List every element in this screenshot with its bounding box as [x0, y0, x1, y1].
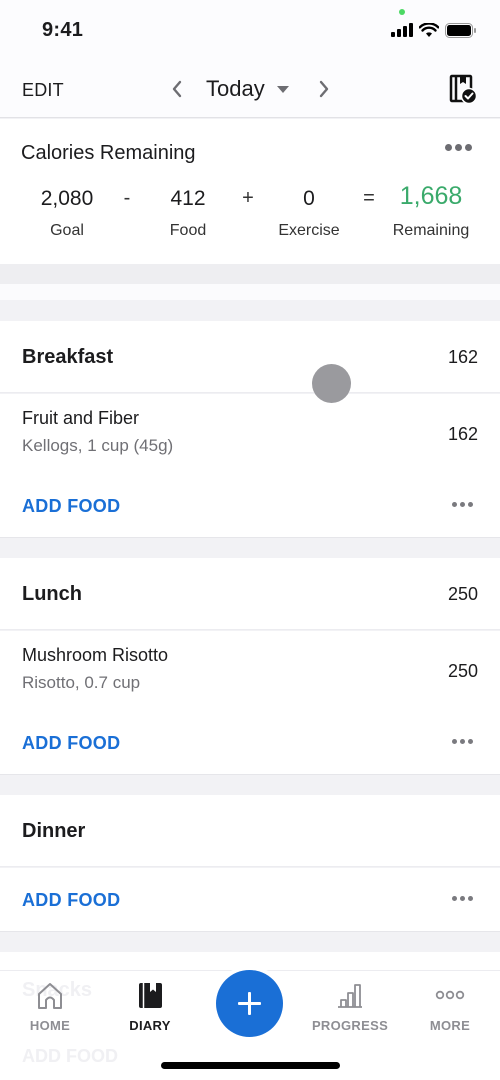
remaining-value: 1,668	[399, 182, 463, 210]
equals-operator: =	[363, 187, 375, 209]
cellular-signal-icon	[391, 23, 413, 37]
goal-value: 2,080	[40, 187, 94, 210]
diary-screen: 9:41 EDIT Today Calories Remaining 2,080…	[0, 0, 500, 1080]
add-food-button[interactable]: ADD FOOD	[22, 496, 120, 517]
home-icon	[38, 983, 62, 1009]
chevron-right-icon[interactable]	[317, 79, 331, 99]
calories-remaining-card: Calories Remaining 2,080 Goal - 412 Food…	[0, 119, 500, 264]
section-divider	[0, 538, 500, 558]
meal-header-lunch[interactable]: Lunch 250	[0, 558, 500, 630]
calories-remaining-title: Calories Remaining	[21, 142, 196, 164]
food-name: Mushroom Risotto	[22, 645, 169, 665]
diary-book-icon	[139, 983, 162, 1008]
status-icons	[391, 22, 477, 38]
more-options-icon[interactable]	[452, 896, 473, 901]
minus-operator: -	[123, 187, 131, 209]
snacks-add-food-behind: ADD FOOD	[22, 1046, 118, 1066]
add-food-row-lunch: ADD FOOD	[0, 711, 500, 775]
bar-chart-icon	[338, 984, 362, 1008]
tab-label: MORE	[429, 1018, 471, 1033]
more-dots-icon	[435, 990, 465, 1000]
meal-header-breakfast[interactable]: Breakfast 162	[0, 321, 500, 393]
tab-label: DIARY	[129, 1018, 171, 1033]
quick-add-button[interactable]	[216, 970, 283, 1037]
section-divider	[0, 300, 500, 321]
food-description: Kellogs, 1 cup (45g)	[22, 436, 174, 455]
add-food-row-dinner: ADD FOOD	[0, 868, 500, 932]
tab-home[interactable]: HOME	[0, 971, 100, 1041]
food-label: Food	[169, 222, 207, 239]
more-options-icon[interactable]	[445, 144, 472, 151]
date-selector[interactable]: Today	[206, 76, 265, 102]
meal-title: Dinner	[22, 820, 86, 842]
date-navigator: Today	[170, 74, 331, 104]
diary-complete-icon[interactable]	[449, 74, 477, 104]
food-item[interactable]: Fruit and Fiber Kellogs, 1 cup (45g) 162	[0, 394, 500, 474]
tab-more[interactable]: MORE	[400, 971, 500, 1041]
food-calories: 250	[447, 661, 478, 681]
add-food-button[interactable]: ADD FOOD	[22, 733, 120, 754]
diary-header: EDIT Today	[0, 60, 500, 118]
more-options-icon[interactable]	[452, 502, 473, 507]
status-time: 9:41	[42, 19, 84, 41]
remaining-label: Remaining	[392, 222, 470, 239]
food-item[interactable]: Mushroom Risotto Risotto, 0.7 cup 250	[0, 631, 500, 711]
food-calories: 162	[447, 424, 478, 444]
status-bar: 9:41	[0, 0, 500, 60]
privacy-indicator-dot	[399, 9, 405, 15]
meal-title: Breakfast	[22, 346, 114, 368]
food-description: Risotto, 0.7 cup	[22, 673, 141, 692]
section-divider	[0, 932, 500, 952]
edit-button[interactable]: EDIT	[22, 80, 64, 101]
battery-icon	[445, 22, 476, 38]
meal-calories: 250	[447, 584, 478, 604]
tab-diary[interactable]: DIARY	[100, 971, 200, 1041]
wifi-icon	[419, 22, 439, 37]
meal-header-dinner[interactable]: Dinner	[0, 795, 500, 867]
section-divider	[0, 775, 500, 795]
food-value: 412	[170, 187, 206, 210]
section-divider	[0, 284, 500, 300]
plus-operator: +	[242, 187, 254, 209]
meal-calories: 162	[447, 347, 478, 367]
tab-label: HOME	[29, 1018, 71, 1033]
chevron-left-icon[interactable]	[170, 79, 184, 99]
goal-label: Goal	[50, 222, 84, 239]
tab-progress[interactable]: PROGRESS	[300, 971, 400, 1041]
touch-indicator	[312, 364, 351, 403]
meal-title: Lunch	[22, 583, 82, 605]
tab-label: PROGRESS	[311, 1018, 389, 1033]
more-options-icon[interactable]	[452, 739, 473, 744]
add-food-button[interactable]: ADD FOOD	[22, 890, 120, 911]
food-name: Fruit and Fiber	[22, 408, 140, 428]
exercise-label: Exercise	[278, 222, 340, 239]
section-divider	[0, 264, 500, 284]
home-indicator[interactable]	[161, 1062, 340, 1069]
exercise-value: 0	[303, 187, 315, 210]
add-food-row-breakfast: ADD FOOD	[0, 474, 500, 538]
caret-down-icon[interactable]	[276, 85, 289, 93]
